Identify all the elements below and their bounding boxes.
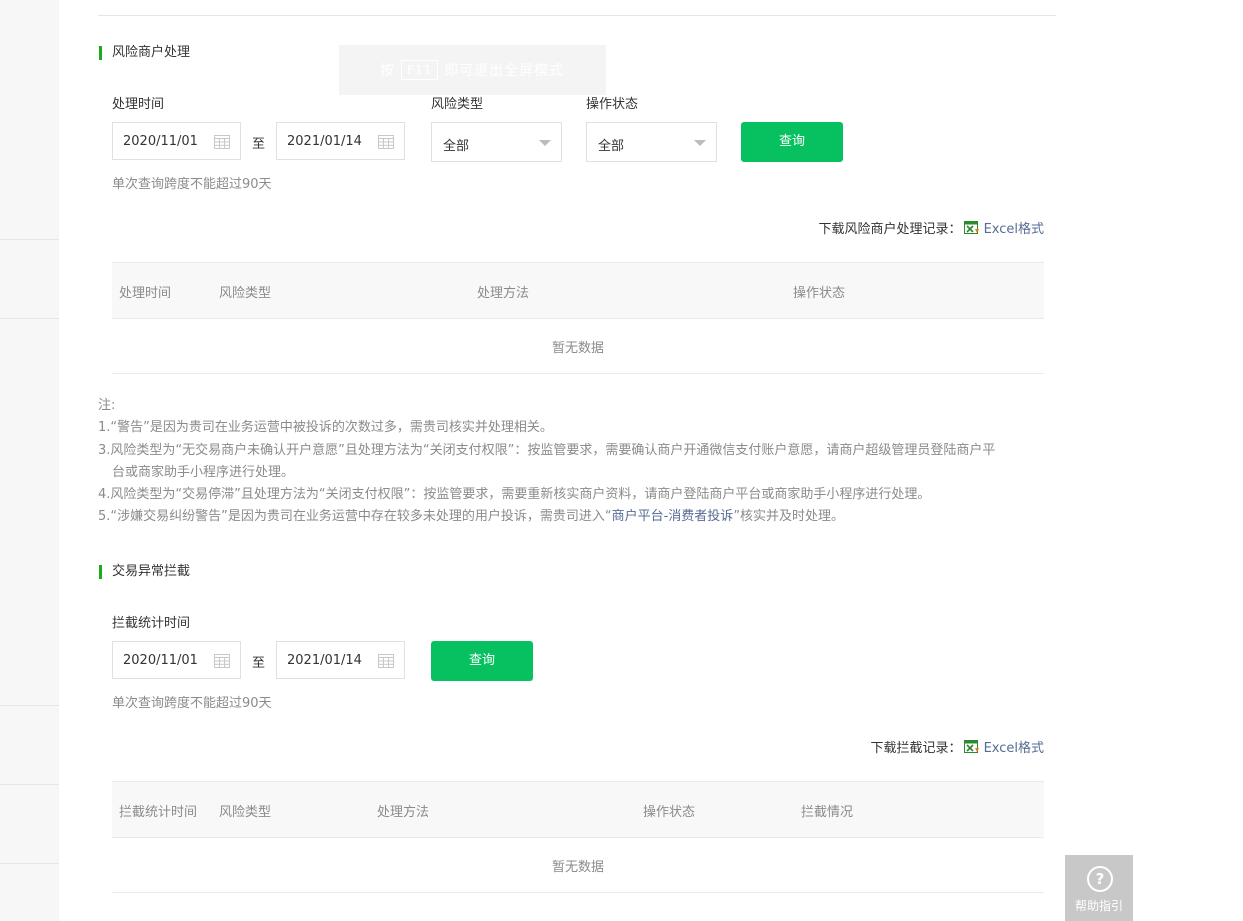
table-header: 拦截统计时间 风险类型 处理方法 操作状态 拦截情况 (112, 781, 1044, 837)
calendar-icon (378, 135, 394, 149)
query-span-tip: 单次查询跨度不能超过90天 (112, 177, 272, 192)
main-content: 风险商户处理 处理时间 2020/11/01 至 2021/01/14 风险类型… (59, 0, 1243, 921)
intercept-time-label: 拦截统计时间 (112, 616, 191, 631)
calendar-icon (378, 654, 394, 668)
column-header: 处理方法 (377, 805, 430, 820)
excel-icon (963, 739, 979, 753)
notes: 注: 1.“警告”是因为贵司在业务运营中被投诉的次数过多，需贵司核实并处理相关。… (98, 395, 1058, 529)
table-empty-row: 暂无数据 (112, 318, 1044, 374)
column-header: 处理方法 (477, 286, 530, 301)
column-header: 拦截统计时间 (119, 805, 198, 820)
column-header: 风险类型 (219, 286, 272, 301)
help-guide-button[interactable]: ? 帮助指引 (1065, 855, 1133, 921)
end-date-input[interactable]: 2021/01/14 (276, 122, 405, 160)
download-label: 下载风险商户处理记录： (818, 222, 962, 237)
calendar-icon (214, 135, 230, 149)
download-label: 下载拦截记录： (870, 741, 962, 756)
sidebar-divider (0, 705, 59, 706)
to-label: 至 (252, 656, 266, 671)
risk-query-button[interactable]: 查询 (741, 122, 843, 162)
top-divider (98, 15, 1056, 16)
hint-prefix: 按 (380, 63, 395, 79)
intercept-section-title: 交易异常拦截 (99, 564, 190, 580)
sidebar-divider (0, 318, 59, 319)
end-date-value: 2021/01/14 (287, 653, 362, 668)
intercept-download: 下载拦截记录： Excel格式 (871, 737, 1044, 756)
note-line: 4.风险类型为“交易停滞”且处理方法为“关闭支付权限”：按监管要求，需要重新核实… (98, 487, 931, 503)
sidebar-divider (0, 239, 59, 240)
note-text: ”核实并及时处理。 (733, 509, 845, 525)
excel-download-link[interactable]: Excel格式 (984, 737, 1044, 756)
query-span-tip: 单次查询跨度不能超过90天 (112, 696, 272, 711)
chevron-down-icon (539, 140, 551, 146)
op-status-select[interactable]: 全部 (586, 122, 717, 162)
help-label: 帮助指引 (1074, 899, 1123, 913)
sidebar-divider (0, 863, 59, 864)
column-header: 处理时间 (119, 286, 172, 301)
chevron-down-icon (694, 140, 706, 146)
notes-title: 注: (98, 398, 116, 413)
sidebar (0, 0, 59, 921)
note-text: 5.“涉嫌交易纠纷警告”是因为贵司在业务运营中存在较多未处理的用户投诉，需贵司进… (98, 509, 612, 525)
excel-icon (963, 220, 979, 234)
op-status-label: 操作状态 (586, 97, 639, 112)
table-empty-row: 暂无数据 (112, 837, 1044, 893)
excel-download-link[interactable]: Excel格式 (984, 218, 1044, 237)
start-date-value: 2020/11/01 (123, 134, 198, 149)
column-header: 拦截情况 (801, 805, 854, 820)
note-line: 1.“警告”是因为贵司在业务运营中被投诉的次数过多，需贵司核实并处理相关。 (98, 420, 553, 436)
start-date-input[interactable]: 2020/11/01 (112, 122, 241, 160)
empty-text: 暂无数据 (551, 860, 604, 875)
question-icon: ? (1087, 866, 1113, 892)
fullscreen-hint: 按 F11 即可退出全屏模式 (339, 45, 606, 95)
sidebar-divider (0, 784, 59, 785)
risk-download: 下载风险商户处理记录： Excel格式 (819, 218, 1044, 237)
risk-type-select[interactable]: 全部 (431, 122, 562, 162)
risk-type-value: 全部 (443, 139, 470, 154)
hint-suffix: 即可退出全屏模式 (444, 63, 565, 79)
op-status-value: 全部 (598, 139, 625, 154)
intercept-end-date-input[interactable]: 2021/01/14 (276, 641, 405, 679)
complaint-link[interactable]: 商户平台-消费者投诉 (612, 509, 734, 524)
end-date-value: 2021/01/14 (287, 134, 362, 149)
intercept-table: 拦截统计时间 风险类型 处理方法 操作状态 拦截情况 暂无数据 (112, 781, 1044, 893)
intercept-start-date-input[interactable]: 2020/11/01 (112, 641, 241, 679)
intercept-query-button[interactable]: 查询 (431, 641, 533, 681)
note-line: 3.风险类型为“无交易商户未确认开户意愿”且处理方法为“关闭支付权限”：按监管要… (98, 442, 996, 458)
process-time-label: 处理时间 (112, 97, 165, 112)
calendar-icon (214, 654, 230, 668)
risk-section-title: 风险商户处理 (99, 45, 190, 61)
column-header: 风险类型 (219, 805, 272, 820)
empty-text: 暂无数据 (551, 341, 604, 356)
table-header: 处理时间 风险类型 处理方法 操作状态 (112, 262, 1044, 318)
column-header: 操作状态 (643, 805, 696, 820)
risk-table: 处理时间 风险类型 处理方法 操作状态 暂无数据 (112, 262, 1044, 374)
column-header: 操作状态 (793, 286, 846, 301)
note-line: 台或商家助手小程序进行处理。 (112, 464, 295, 480)
note-line-5: 5.“涉嫌交易纠纷警告”是因为贵司在业务运营中存在较多未处理的用户投诉，需贵司进… (98, 506, 1058, 528)
to-label: 至 (252, 137, 266, 152)
risk-type-label: 风险类型 (431, 97, 484, 112)
start-date-value: 2020/11/01 (123, 653, 198, 668)
f11-key: F11 (401, 60, 439, 80)
